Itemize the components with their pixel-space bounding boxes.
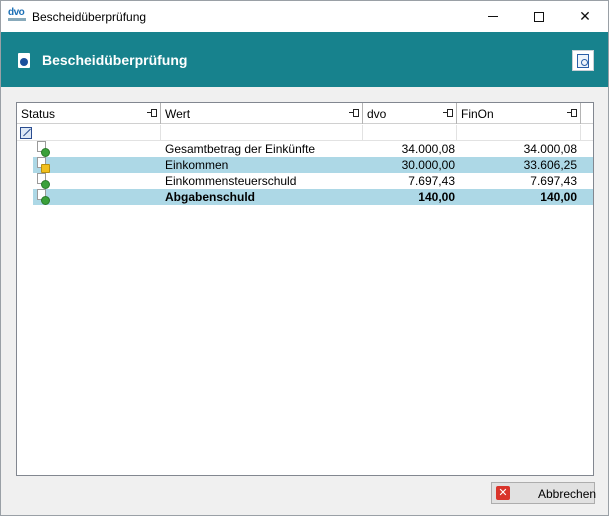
row-name: Einkommensteuerschuld (165, 174, 297, 188)
row-dvo-value: 34.000,08 (401, 142, 455, 156)
cancel-button[interactable]: ✕ Abbrechen (491, 482, 597, 504)
row-dvo-value: 7.697,43 (408, 174, 455, 188)
minimize-icon (488, 16, 498, 17)
row-finon-value: 33.606,25 (523, 158, 577, 172)
maximize-icon (534, 11, 544, 22)
cancel-label: Abbrechen (538, 487, 597, 501)
row-dvo-value: 30.000,00 (401, 158, 455, 172)
maximize-button[interactable] (516, 1, 562, 32)
column-header-dvo[interactable]: dvo (363, 103, 457, 124)
pin-icon[interactable] (147, 109, 157, 117)
column-header-label: FinOn (461, 107, 494, 121)
header-band: Bescheidüberprüfung (1, 32, 608, 87)
table-row[interactable]: Gesamtbetrag der Einkünfte 34.000,08 34.… (33, 141, 593, 157)
grid-header: Status Wert dvo FinOn (17, 103, 593, 124)
table-row[interactable]: Einkommen 30.000,00 33.606,25 (33, 157, 593, 173)
comparison-grid: Status Wert dvo FinOn Gesamtbetrag der E… (16, 102, 594, 476)
column-header-label: Wert (165, 107, 191, 121)
row-dvo-value: 140,00 (418, 190, 455, 204)
status-warning-icon (37, 157, 50, 173)
row-finon-value: 140,00 (540, 190, 577, 204)
row-finon-value: 34.000,08 (523, 142, 577, 156)
filter-cell-dvo[interactable] (363, 125, 457, 141)
column-header-finon[interactable]: FinOn (457, 103, 581, 124)
cancel-icon: ✕ (496, 486, 510, 500)
column-header-status[interactable]: Status (17, 103, 161, 124)
table-row[interactable]: Abgabenschuld 140,00 140,00 (33, 189, 593, 205)
document-preview-icon (577, 53, 589, 68)
status-ok-icon (37, 189, 50, 205)
pin-icon[interactable] (349, 109, 359, 117)
column-header-label: Status (21, 107, 56, 121)
table-row[interactable]: Einkommensteuerschuld 7.697,43 7.697,43 (33, 173, 593, 189)
filter-cell-finon[interactable] (457, 125, 581, 141)
close-icon: ✕ (579, 8, 591, 25)
filter-row (17, 125, 593, 141)
status-ok-icon (37, 173, 50, 189)
dialog-window: dvo Bescheidüberprüfung ✕ Bescheidüberpr… (0, 0, 609, 516)
filter-editor-icon[interactable] (20, 127, 32, 139)
row-name: Abgabenschuld (165, 190, 256, 204)
header-title: Bescheidüberprüfung (42, 52, 188, 68)
row-name: Gesamtbetrag der Einkünfte (165, 142, 316, 156)
pin-icon[interactable] (443, 109, 453, 117)
minimize-button[interactable] (470, 1, 516, 32)
title-bar: dvo Bescheidüberprüfung ✕ (1, 1, 608, 32)
column-header-wert[interactable]: Wert (161, 103, 363, 124)
filter-cell-status[interactable] (17, 125, 161, 141)
app-logo-icon: dvo (8, 8, 26, 22)
column-header-label: dvo (367, 107, 387, 121)
close-button[interactable]: ✕ (562, 1, 608, 32)
document-info-icon (18, 53, 30, 68)
row-name: Einkommen (165, 158, 229, 172)
status-ok-icon (37, 141, 50, 157)
pin-icon[interactable] (567, 109, 577, 117)
window-title: Bescheidüberprüfung (32, 10, 147, 24)
preview-button[interactable] (572, 50, 594, 71)
row-finon-value: 7.697,43 (530, 174, 577, 188)
filter-cell-wert[interactable] (161, 125, 363, 141)
